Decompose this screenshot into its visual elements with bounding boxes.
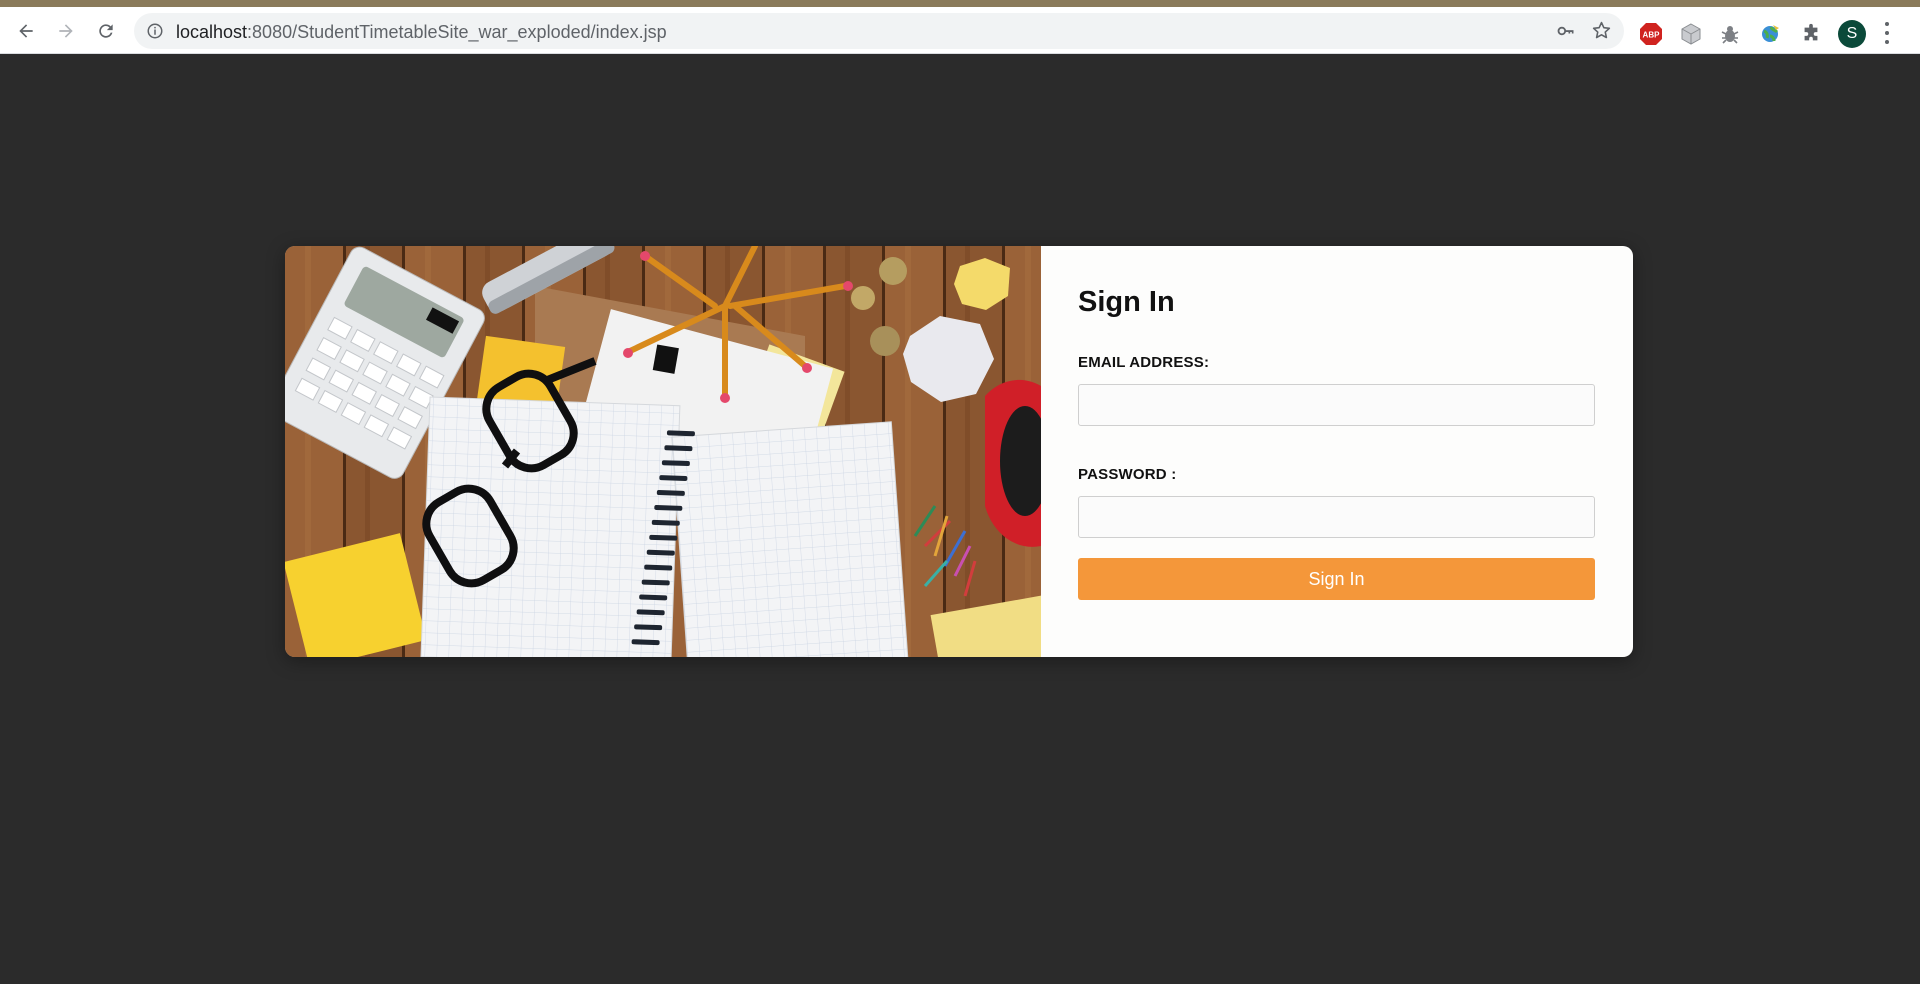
info-icon[interactable]: [146, 22, 164, 40]
cube-extension-button[interactable]: [1679, 22, 1703, 46]
password-label: PASSWORD :: [1078, 466, 1177, 483]
bug-extension-icon: [1721, 26, 1739, 44]
desk-photo: [285, 246, 1041, 657]
browser-toolbar: localhost:8080/StudentTimetableSite_war_…: [0, 7, 1920, 54]
extensions-button[interactable]: [1799, 22, 1823, 46]
reload-icon: [99, 24, 113, 38]
globe-extension-icon: [1762, 25, 1779, 42]
abp-label: ABP: [1643, 31, 1661, 40]
desk-illustration: [285, 246, 1041, 657]
forward-icon: [59, 24, 73, 38]
adblock-icon: ABP: [1640, 23, 1662, 45]
globe-extension-button[interactable]: [1758, 22, 1782, 46]
back-icon: [19, 24, 33, 38]
key-icon[interactable]: [1556, 21, 1576, 41]
url-text[interactable]: localhost:8080/StudentTimetableSite_war_…: [176, 22, 667, 43]
form-title: Sign In: [1078, 286, 1175, 318]
url-path: :8080/StudentTimetableSite_war_exploded/…: [247, 22, 667, 42]
forward-button[interactable]: [51, 16, 81, 46]
address-bar[interactable]: localhost:8080/StudentTimetableSite_war_…: [134, 13, 1624, 49]
reload-button[interactable]: [91, 16, 121, 46]
url-host: localhost: [176, 22, 248, 42]
login-card: Sign In EMAIL ADDRESS: PASSWORD : Sign I…: [285, 246, 1633, 657]
menu-icon[interactable]: [1884, 22, 1890, 44]
puzzle-icon: [1804, 23, 1818, 41]
window-top-strip: [0, 0, 1920, 7]
bug-extension-button[interactable]: [1718, 22, 1742, 46]
password-field[interactable]: [1078, 496, 1595, 538]
sign-in-form: Sign In EMAIL ADDRESS: PASSWORD : Sign I…: [1041, 246, 1633, 657]
adblock-extension-button[interactable]: ABP: [1639, 22, 1663, 46]
profile-avatar[interactable]: S: [1838, 20, 1866, 48]
email-label: EMAIL ADDRESS:: [1078, 354, 1210, 371]
back-button[interactable]: [11, 16, 41, 46]
email-field[interactable]: [1078, 384, 1595, 426]
sign-in-button[interactable]: Sign In: [1078, 558, 1595, 600]
star-icon[interactable]: [1591, 20, 1612, 41]
cube-extension-icon: [1681, 23, 1701, 45]
